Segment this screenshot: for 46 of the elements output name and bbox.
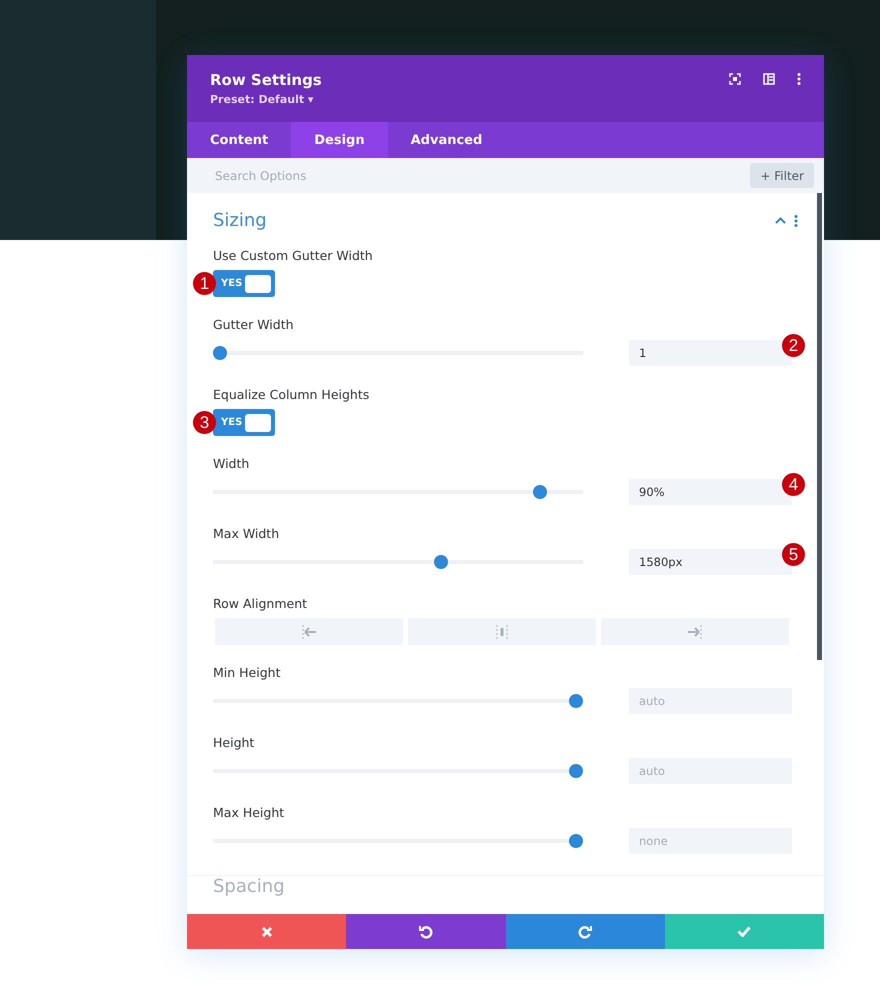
align-left-icon [301,624,317,638]
more-icon[interactable] [797,73,801,85]
number-badge: 3 [193,411,216,434]
align-right-icon [687,624,703,638]
scrollbar[interactable] [817,193,822,660]
filter-button[interactable]: + Filter [750,163,814,188]
slider-thumb[interactable] [213,346,227,360]
setting-label: Max Height [213,805,286,820]
number-badge: 5 [782,543,805,566]
number-badge: 4 [782,473,805,496]
slider-thumb[interactable] [569,834,583,848]
setting-label: Use Custom Gutter Width [213,248,374,263]
modal-title: Row Settings [210,71,322,89]
value-field[interactable]: auto [629,688,792,714]
toggle-switch[interactable]: YES [213,270,275,297]
slider-thumb[interactable] [533,485,548,499]
more-icon[interactable] [794,214,798,226]
setting-label: Gutter Width [213,317,295,332]
tab[interactable]: Design [291,122,388,158]
toggle-switch[interactable]: YES [213,409,275,436]
section-title[interactable]: Sizing [213,210,267,231]
focus-icon[interactable] [729,73,741,85]
setting-label: Max Width [213,526,280,541]
setting-label: Height [213,735,256,750]
undo-icon [418,924,433,938]
value-field[interactable]: none [629,828,792,854]
slider-thumb[interactable] [569,764,583,778]
number-badge: 1 [193,272,216,295]
close-icon [260,926,273,938]
redo-icon [578,924,592,938]
align-center-icon [495,624,509,638]
chevron-icon[interactable] [775,217,786,224]
check-icon [737,926,752,937]
search-field[interactable]: Search Options [213,168,513,184]
setting-label: Row Alignment [213,596,308,611]
slider-thumb[interactable] [434,555,448,569]
setting-label: Equalize Column Heights [213,387,370,402]
sidebar-icon[interactable] [763,73,775,85]
slider-thumb[interactable] [569,694,583,708]
setting-label: Width [213,456,250,471]
setting-label: Min Height [213,665,282,680]
preset-dropdown[interactable]: Preset: Default ▾ [210,93,322,106]
tab[interactable]: Advanced [388,122,506,158]
value-field[interactable]: auto [629,758,792,784]
number-badge: 2 [782,334,805,357]
tab[interactable]: Content [187,122,292,158]
